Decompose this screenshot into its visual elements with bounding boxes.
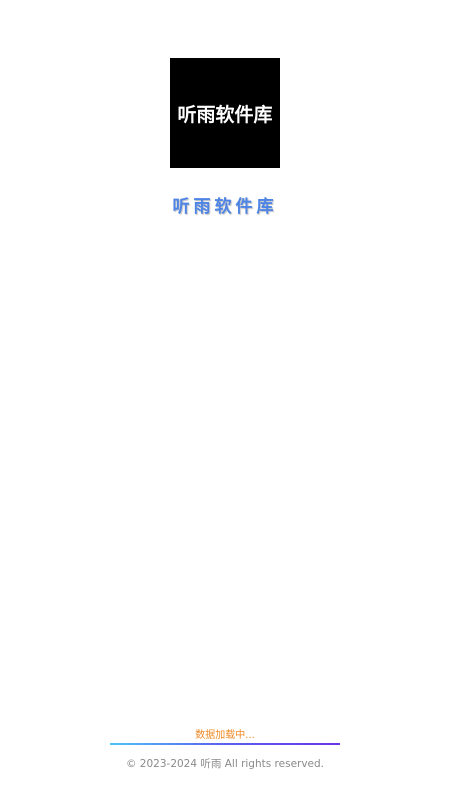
app-logo: 听雨软件库 [170, 58, 280, 168]
loading-progress-fill [110, 743, 340, 745]
loading-status-text: 数据加载中... [195, 730, 255, 741]
copyright-text: © 2023-2024 听雨 All rights reserved. [125, 758, 325, 770]
logo-text: 听雨软件库 [177, 103, 273, 126]
app-title: 听雨软件库 [172, 197, 278, 217]
loading-progress-bar [110, 743, 340, 745]
